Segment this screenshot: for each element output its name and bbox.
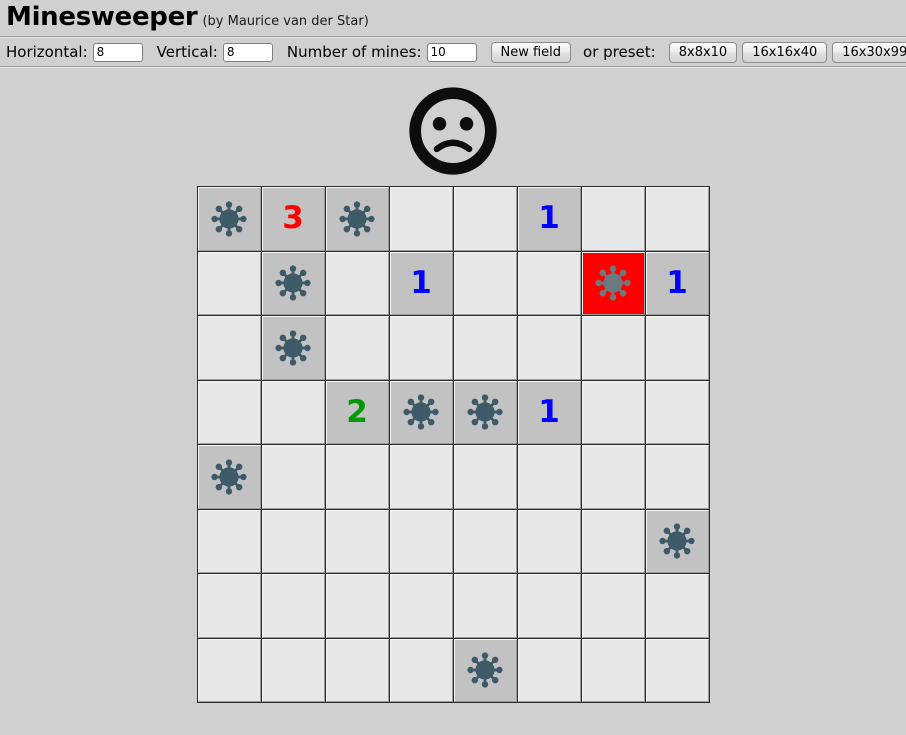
- board-cell-r6-c1[interactable]: [197, 509, 261, 573]
- board-cell-r4-c1[interactable]: [197, 380, 261, 444]
- board-cell-r4-c7[interactable]: [581, 380, 645, 444]
- preset-button-16x30x99[interactable]: 16x30x99: [832, 41, 906, 63]
- preset-button-16x16x40[interactable]: 16x16x40: [742, 41, 828, 63]
- board-cell-r4-c5[interactable]: [453, 380, 517, 444]
- mines-input[interactable]: [426, 42, 477, 62]
- mine-icon: [339, 201, 375, 237]
- page-header: Minesweeper (by Maurice van der Star): [0, 0, 906, 36]
- horizontal-label: Horizontal:: [6, 43, 88, 61]
- board-cell-r2-c8[interactable]: 1: [645, 251, 709, 315]
- board-cell-r8-c1[interactable]: [197, 638, 261, 702]
- cell-number: 2: [346, 393, 368, 430]
- board-cell-r4-c8[interactable]: [645, 380, 709, 444]
- board-cell-r7-c3[interactable]: [325, 574, 389, 638]
- mine-icon: [211, 201, 247, 237]
- board-cell-r1-c1[interactable]: [197, 187, 261, 251]
- mine-icon: [595, 265, 631, 301]
- board-cell-r5-c2[interactable]: [261, 445, 325, 509]
- board-cell-r6-c5[interactable]: [453, 509, 517, 573]
- board-cell-r3-c5[interactable]: [453, 316, 517, 380]
- board-cell-r3-c1[interactable]: [197, 316, 261, 380]
- mines-label: Number of mines:: [286, 43, 422, 61]
- board-cell-r6-c6[interactable]: [517, 509, 581, 573]
- cell-number: 1: [538, 393, 560, 430]
- board-cell-r7-c4[interactable]: [389, 574, 453, 638]
- board-cell-r4-c4[interactable]: [389, 380, 453, 444]
- board-cell-r7-c6[interactable]: [517, 574, 581, 638]
- mine-icon: [467, 394, 503, 430]
- board-cell-r4-c2[interactable]: [261, 380, 325, 444]
- board-cell-r2-c4[interactable]: 1: [389, 251, 453, 315]
- preset-button-8x8x10[interactable]: 8x8x10: [668, 41, 738, 63]
- board-cell-r3-c2[interactable]: [261, 316, 325, 380]
- cell-number: 1: [410, 264, 432, 301]
- board-cell-r6-c7[interactable]: [581, 509, 645, 573]
- board-cell-r8-c7[interactable]: [581, 638, 645, 702]
- board-cell-r5-c3[interactable]: [325, 445, 389, 509]
- board-cell-r1-c4[interactable]: [389, 187, 453, 251]
- mine-icon: [659, 523, 695, 559]
- vertical-input[interactable]: [222, 42, 273, 62]
- board-cell-r8-c4[interactable]: [389, 638, 453, 702]
- board-cell-r5-c1[interactable]: [197, 445, 261, 509]
- cell-number: 3: [282, 200, 304, 237]
- board-cell-r1-c2[interactable]: 3: [261, 187, 325, 251]
- board-cell-r5-c6[interactable]: [517, 445, 581, 509]
- vertical-label: Vertical:: [156, 43, 218, 61]
- board-cell-r7-c1[interactable]: [197, 574, 261, 638]
- board-cell-r8-c2[interactable]: [261, 638, 325, 702]
- board-cell-r7-c5[interactable]: [453, 574, 517, 638]
- mine-icon: [211, 459, 247, 495]
- board-cell-r6-c2[interactable]: [261, 509, 325, 573]
- board-cell-r6-c8[interactable]: [645, 509, 709, 573]
- board-cell-r4-c6[interactable]: 1: [517, 380, 581, 444]
- mine-icon: [467, 652, 503, 688]
- page-author: (by Maurice van der Star): [202, 14, 369, 29]
- board-cell-r2-c3[interactable]: [325, 251, 389, 315]
- board-cell-r3-c8[interactable]: [645, 316, 709, 380]
- board-cell-r7-c7[interactable]: [581, 574, 645, 638]
- board-cell-r2-c2[interactable]: [261, 251, 325, 315]
- board-cell-r1-c7[interactable]: [581, 187, 645, 251]
- cell-number: 1: [666, 264, 688, 301]
- sad-face-icon[interactable]: [408, 86, 498, 176]
- board-cell-r7-c8[interactable]: [645, 574, 709, 638]
- board-cell-r8-c3[interactable]: [325, 638, 389, 702]
- board-cell-r3-c7[interactable]: [581, 316, 645, 380]
- board-cell-r2-c6[interactable]: [517, 251, 581, 315]
- minesweeper-board[interactable]: 3 1 1 1 2 1: [196, 186, 710, 703]
- board-cell-r6-c3[interactable]: [325, 509, 389, 573]
- board-cell-r1-c6[interactable]: 1: [517, 187, 581, 251]
- new-field-button[interactable]: New field: [490, 41, 572, 63]
- board-cell-r3-c6[interactable]: [517, 316, 581, 380]
- board-cell-r3-c4[interactable]: [389, 316, 453, 380]
- board-cell-r1-c3[interactable]: [325, 187, 389, 251]
- board-cell-r5-c8[interactable]: [645, 445, 709, 509]
- board-cell-r5-c7[interactable]: [581, 445, 645, 509]
- page-title: Minesweeper: [6, 2, 198, 32]
- board-cell-r1-c5[interactable]: [453, 187, 517, 251]
- mine-icon: [275, 265, 311, 301]
- board-cell-r6-c4[interactable]: [389, 509, 453, 573]
- board-cell-r8-c5[interactable]: [453, 638, 517, 702]
- board-cell-r5-c4[interactable]: [389, 445, 453, 509]
- cell-number: 1: [538, 200, 560, 237]
- preset-label: or preset:: [583, 43, 656, 61]
- face-area: [0, 68, 906, 186]
- horizontal-input[interactable]: [92, 42, 143, 62]
- board-cell-r1-c8[interactable]: [645, 187, 709, 251]
- settings-toolbar: Horizontal: Vertical: Number of mines: N…: [0, 38, 906, 66]
- board-cell-r7-c2[interactable]: [261, 574, 325, 638]
- board-cell-r8-c6[interactable]: [517, 638, 581, 702]
- board-wrapper: 3 1 1 1 2 1: [0, 186, 906, 703]
- board-cell-r2-c1[interactable]: [197, 251, 261, 315]
- board-cell-r8-c8[interactable]: [645, 638, 709, 702]
- board-cell-r3-c3[interactable]: [325, 316, 389, 380]
- mine-icon: [275, 330, 311, 366]
- board-cell-r4-c3[interactable]: 2: [325, 380, 389, 444]
- board-cell-r2-c5[interactable]: [453, 251, 517, 315]
- board-cell-exploded-r2-c7[interactable]: [581, 251, 645, 315]
- mine-icon: [403, 394, 439, 430]
- board-cell-r5-c5[interactable]: [453, 445, 517, 509]
